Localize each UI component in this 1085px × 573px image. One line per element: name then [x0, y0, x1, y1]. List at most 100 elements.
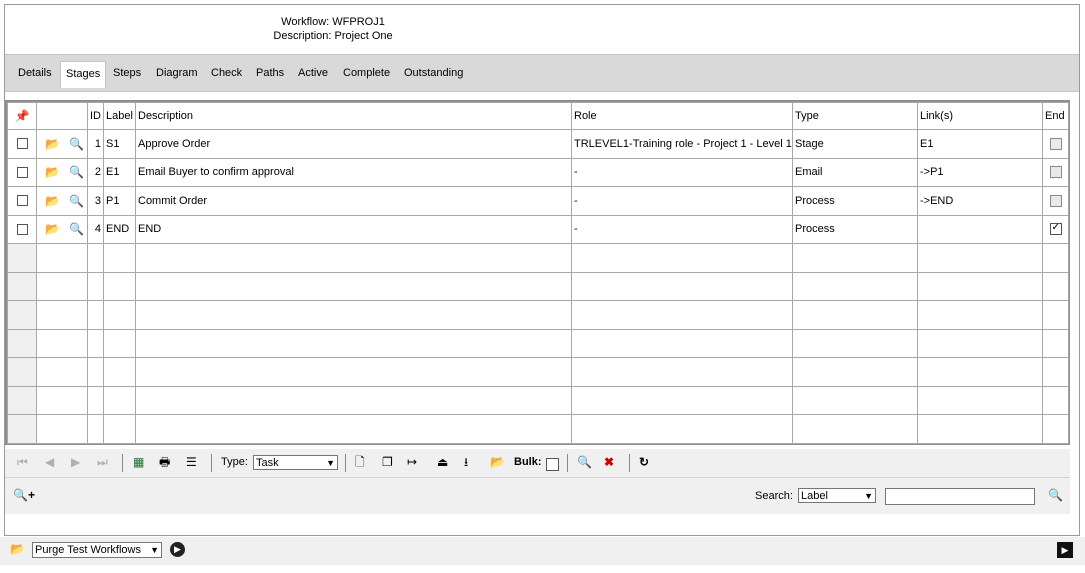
tab-steps[interactable]: Steps	[113, 61, 141, 86]
row-label: P1	[103, 186, 136, 216]
purge-select[interactable]: Purge Test Workflows ▼	[32, 542, 162, 558]
folder-open-icon[interactable]: 📂	[45, 194, 60, 208]
go-icon[interactable]: ▶	[170, 542, 185, 557]
end-checkbox[interactable]	[1049, 137, 1062, 150]
row-actions: 📂 🔍	[36, 214, 88, 244]
move-icon[interactable]: ↦	[407, 455, 417, 469]
row-select[interactable]	[7, 157, 37, 187]
row-links: ->END	[917, 186, 1043, 216]
row-label: END	[103, 214, 136, 244]
tab-diagram[interactable]: Diagram	[156, 61, 198, 86]
empty-row	[7, 414, 1069, 444]
search-input[interactable]	[885, 488, 1035, 505]
row-description: END	[135, 214, 572, 244]
id-column-header[interactable]: ID	[87, 102, 104, 130]
end-column-header[interactable]: End	[1042, 102, 1069, 130]
role-column-header[interactable]: Role	[571, 102, 793, 130]
row-links	[917, 214, 1043, 244]
row-role: -	[571, 157, 793, 187]
tab-bar: Details Stages Steps Diagram Check Paths…	[5, 54, 1079, 92]
move-down-icon[interactable]: ⭳	[464, 455, 468, 469]
row-type: Email	[792, 157, 918, 187]
preview-icon[interactable]: 🔍	[69, 194, 84, 208]
row-checkbox[interactable]	[16, 223, 28, 235]
table-row[interactable]: 📂 🔍 4 END END - Process	[7, 214, 1069, 244]
tab-stages[interactable]: Stages	[60, 61, 107, 88]
preview-icon[interactable]: 🔍	[69, 222, 84, 236]
row-description: Email Buyer to confirm approval	[135, 157, 572, 187]
search-bar: 🔍+ Search: Label ▼ 🔍	[5, 478, 1070, 514]
table-row[interactable]: 📂 🔍 2 E1 Email Buyer to confirm approval…	[7, 157, 1069, 187]
chevron-down-icon: ▼	[864, 491, 873, 501]
first-page-icon[interactable]: ⏮	[17, 455, 28, 469]
search-field-select[interactable]: Label ▼	[798, 488, 876, 503]
end-checkbox[interactable]	[1049, 166, 1062, 179]
refresh-icon[interactable]: ↻	[639, 455, 649, 469]
pin-column-header[interactable]: 📌	[7, 102, 37, 130]
tab-outstanding[interactable]: Outstanding	[404, 61, 463, 86]
row-select[interactable]	[7, 214, 37, 244]
table-row[interactable]: 📂 🔍 1 S1 Approve Order TRLEVEL1-Training…	[7, 129, 1069, 159]
empty-row	[7, 357, 1069, 387]
zoom-add-icon[interactable]: 🔍+	[13, 488, 35, 502]
tab-paths[interactable]: Paths	[256, 61, 284, 86]
row-actions: 📂 🔍	[36, 157, 88, 187]
row-end	[1042, 157, 1069, 187]
move-up-icon[interactable]: ⏏	[437, 455, 448, 469]
delete-icon[interactable]: ✖	[604, 455, 614, 469]
new-doc-icon[interactable]: 🗋	[355, 455, 365, 469]
row-checkbox[interactable]	[16, 138, 28, 150]
bulk-checkbox[interactable]	[546, 458, 559, 471]
row-id: 2	[87, 157, 104, 187]
tab-check[interactable]: Check	[211, 61, 242, 86]
tab-active[interactable]: Active	[298, 61, 328, 86]
row-select[interactable]	[7, 186, 37, 216]
row-links: E1	[917, 129, 1043, 159]
tab-complete[interactable]: Complete	[343, 61, 390, 86]
preview-icon[interactable]: 🔍	[69, 137, 84, 151]
copy-icon[interactable]: ❐	[382, 455, 393, 469]
row-links: ->P1	[917, 157, 1043, 187]
table-row[interactable]: 📂 🔍 3 P1 Commit Order - Process ->END	[7, 186, 1069, 216]
workflow-description: Description: Project One	[273, 30, 393, 42]
row-role: TRLEVEL1-Training role - Project 1 - Lev…	[571, 129, 793, 159]
excel-icon[interactable]: ▦	[133, 455, 144, 469]
last-page-icon[interactable]: ⏭	[97, 455, 108, 469]
type-column-header[interactable]: Type	[792, 102, 918, 130]
search-label: Search:	[755, 490, 793, 502]
search-icon[interactable]: 🔍	[1048, 488, 1063, 502]
folder-open-icon[interactable]: 📂	[45, 222, 60, 236]
end-checkbox[interactable]	[1049, 194, 1062, 207]
prev-page-icon[interactable]: ◀	[45, 455, 54, 469]
row-role: -	[571, 214, 793, 244]
open-icon[interactable]: 📂	[490, 455, 505, 469]
row-end	[1042, 186, 1069, 216]
preview-icon[interactable]: 🔍	[69, 165, 84, 179]
row-role: -	[571, 186, 793, 216]
next-page-icon[interactable]: ▶	[71, 455, 80, 469]
row-id: 4	[87, 214, 104, 244]
print-icon[interactable]: 🖶	[159, 455, 170, 469]
row-description: Commit Order	[135, 186, 572, 216]
grid-header: 📌 ID Label Description Role Type Link(s)…	[7, 102, 1069, 130]
links-column-header[interactable]: Link(s)	[917, 102, 1043, 130]
folder-open-icon[interactable]: 📂	[10, 542, 25, 556]
row-description: Approve Order	[135, 129, 572, 159]
type-select[interactable]: Task ▼	[253, 455, 338, 470]
chevron-down-icon: ▼	[326, 458, 335, 468]
stages-grid: 📌 ID Label Description Role Type Link(s)…	[5, 100, 1070, 445]
folder-open-icon[interactable]: 📂	[45, 137, 60, 151]
empty-row	[7, 385, 1069, 415]
folder-open-icon[interactable]: 📂	[45, 165, 60, 179]
tab-details[interactable]: Details	[18, 61, 52, 86]
list-icon[interactable]: ☰	[186, 455, 197, 469]
row-checkbox[interactable]	[16, 166, 28, 178]
grid-toolbar: ⏮ ◀ ▶ ⏭ ▦ 🖶 ☰ Type: Task ▼ 🗋 ❐ ↦ ⏏ ⭳ 📂 Bu…	[5, 449, 1070, 478]
preview-icon[interactable]: 🔍	[577, 455, 592, 469]
expand-icon[interactable]: ▶	[1057, 542, 1073, 558]
end-checkbox[interactable]	[1049, 222, 1062, 236]
row-checkbox[interactable]	[16, 195, 28, 207]
label-column-header[interactable]: Label	[103, 102, 136, 130]
description-column-header[interactable]: Description	[135, 102, 572, 130]
row-select[interactable]	[7, 129, 37, 159]
